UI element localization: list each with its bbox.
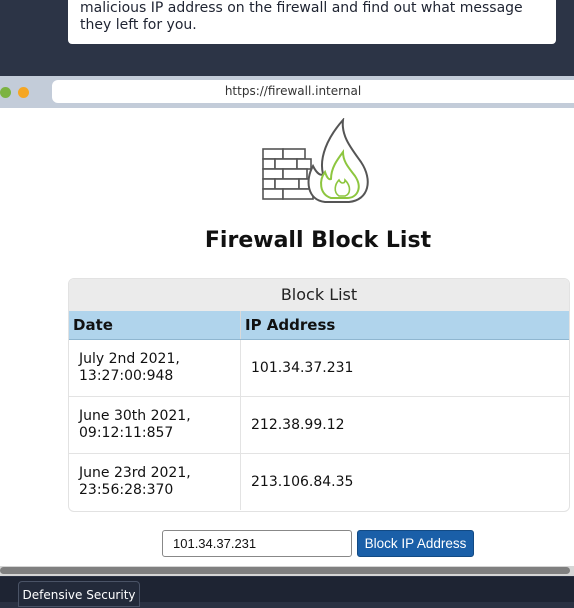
window-minimize-dot-icon[interactable] (18, 87, 29, 98)
window-maximize-dot-icon[interactable] (0, 87, 11, 98)
ip-cell: 101.34.37.231 (240, 339, 569, 397)
firewall-flame-icon (262, 118, 369, 203)
instruction-text: malicious IP address on the firewall and… (68, 0, 556, 44)
page-title: Firewall Block List (204, 228, 432, 253)
scrollbar-thumb[interactable] (0, 567, 570, 574)
date-text: June 30th 2021, (79, 408, 191, 424)
ip-cell: 212.38.99.12 (240, 396, 569, 454)
address-bar[interactable]: https://firewall.internal (52, 80, 574, 103)
table-row: July 2nd 2021, 13:27:00:948 101.34.37.23… (69, 339, 569, 397)
block-list-table: Date IP Address July 2nd 2021, 13:27:00:… (69, 311, 569, 510)
table-header-row: Date IP Address (69, 311, 569, 340)
date-text: July 2nd 2021, (79, 351, 180, 367)
column-header-ip-address: IP Address (240, 311, 569, 340)
instruction-line-2: they left for you. (80, 17, 197, 33)
date-text: June 23rd 2021, (79, 465, 191, 481)
ip-cell: 213.106.84.35 (240, 453, 569, 510)
date-cell: July 2nd 2021, 13:27:00:948 (69, 339, 241, 397)
ip-address-input[interactable] (162, 530, 352, 557)
block-ip-button[interactable]: Block IP Address (357, 530, 474, 557)
time-text: 09:12:11:857 (79, 425, 174, 441)
tab-defensive-security[interactable]: Defensive Security (18, 581, 140, 607)
block-list-card: Block List Date IP Address July 2nd 2021… (68, 278, 570, 512)
address-bar-url: https://firewall.internal (224, 84, 362, 98)
instruction-line-1: malicious IP address on the firewall and… (80, 0, 523, 16)
time-text: 23:56:28:370 (79, 482, 174, 498)
table-row: June 23rd 2021, 23:56:28:370 213.106.84.… (69, 453, 569, 510)
date-cell: June 23rd 2021, 23:56:28:370 (69, 453, 241, 510)
block-list-heading: Block List (69, 279, 569, 311)
date-cell: June 30th 2021, 09:12:11:857 (69, 396, 241, 454)
table-row: June 30th 2021, 09:12:11:857 212.38.99.1… (69, 396, 569, 454)
time-text: 13:27:00:948 (79, 368, 174, 384)
column-header-date: Date (69, 311, 241, 340)
